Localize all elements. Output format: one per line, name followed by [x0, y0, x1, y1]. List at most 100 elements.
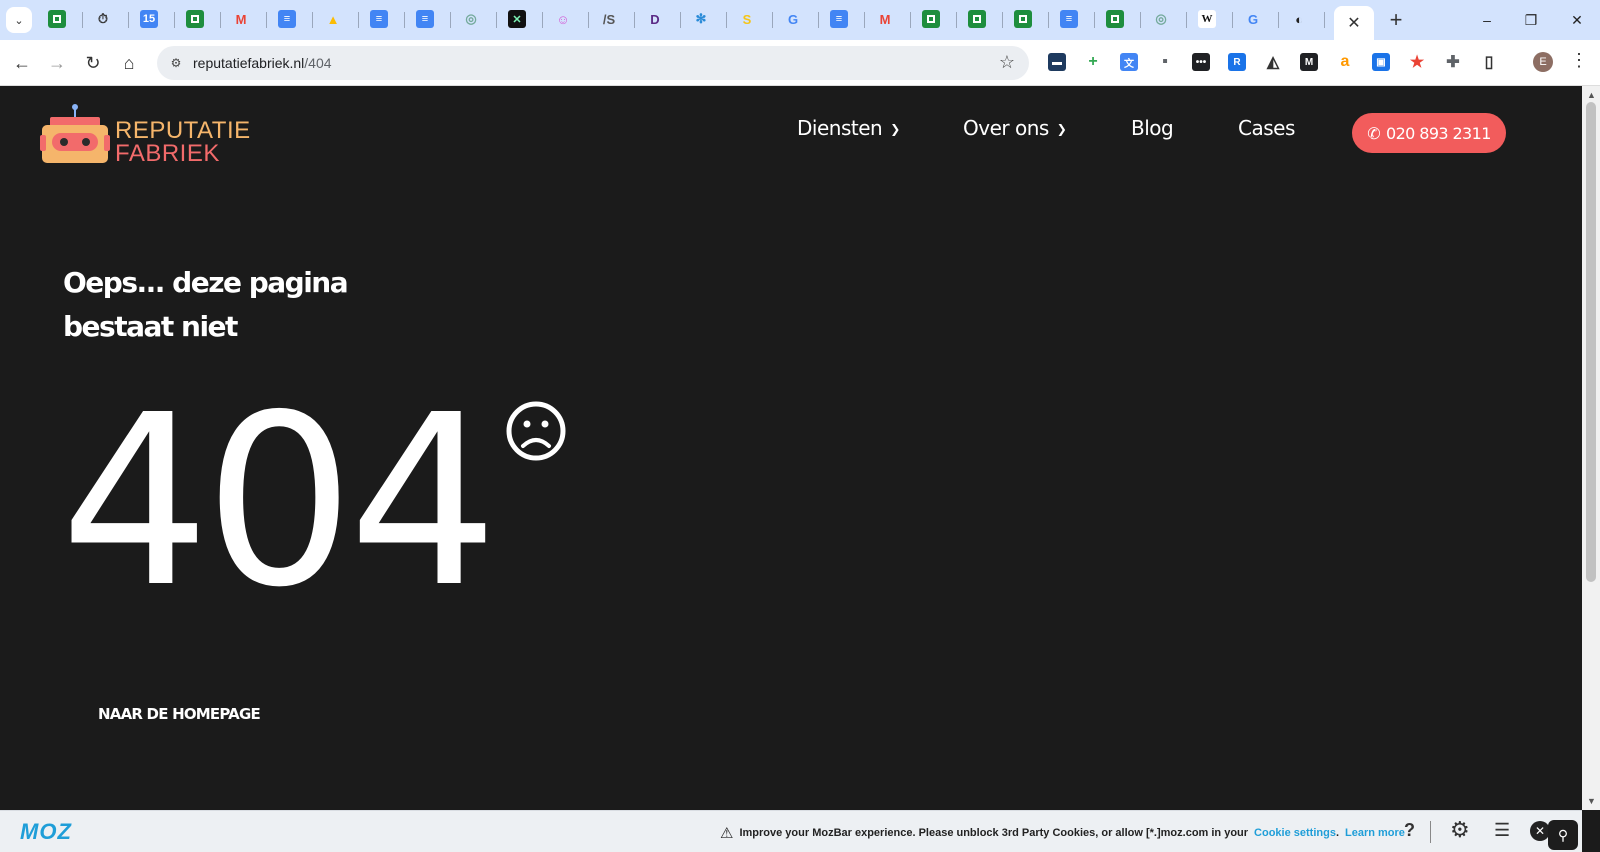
wallet-icon[interactable]: ▬	[1048, 53, 1066, 71]
sheets-icon[interactable]	[186, 10, 204, 28]
homepage-link[interactable]: NAAR DE HOMEPAGE	[98, 705, 261, 723]
m-extension-icon[interactable]: M	[1300, 53, 1318, 71]
tab-separator	[358, 12, 359, 28]
tab-separator	[220, 12, 221, 28]
minimize-button[interactable]: –	[1472, 8, 1502, 32]
plus-extension-icon[interactable]: +	[1084, 53, 1102, 71]
help-icon[interactable]: ?	[1404, 820, 1415, 841]
tab-separator	[864, 12, 865, 28]
sheets-icon[interactable]	[922, 10, 940, 28]
reload-icon[interactable]: ↻	[80, 50, 106, 76]
flower-icon[interactable]: ✻	[692, 10, 710, 28]
tab-separator	[956, 12, 957, 28]
bird-icon[interactable]: ◭	[1264, 53, 1282, 71]
tab-separator	[726, 12, 727, 28]
tab-close-icon[interactable]: ✕	[1347, 13, 1360, 33]
tab-separator	[910, 12, 911, 28]
gmail-icon[interactable]: M	[232, 10, 250, 28]
phone-number: 020 893 2311	[1386, 123, 1491, 143]
tab-separator	[1002, 12, 1003, 28]
puzzle-icon[interactable]: ✚	[1444, 53, 1462, 71]
ai-icon[interactable]: ☺	[554, 10, 572, 28]
nav-diensten[interactable]: Diensten ❯	[797, 116, 900, 140]
error-code: 404	[60, 364, 498, 639]
close-window-button[interactable]: ✕	[1562, 8, 1592, 32]
as-icon[interactable]: /S	[600, 10, 618, 28]
tab-strip: ⌄ ⏱ 15 M ≡ ▲ ≡ ≡ ◎ ✕ ☺ /S D ✻ S G ≡ M ≡ ◎ W G ◐ ✕ + – ❐ ✕	[0, 0, 1600, 40]
google-icon[interactable]: G	[784, 10, 802, 28]
wikipedia-icon[interactable]: W	[1198, 10, 1216, 28]
nav-cases[interactable]: Cases	[1238, 116, 1295, 140]
cookie-settings-link[interactable]: Cookie settings	[1254, 827, 1336, 839]
screen-extension-icon[interactable]: ▣	[1372, 53, 1390, 71]
active-tab[interactable]: ✕	[1334, 6, 1374, 40]
bookmark-star-icon[interactable]: ☆	[999, 52, 1015, 73]
docs-icon[interactable]: ≡	[416, 10, 434, 28]
tab-separator	[634, 12, 635, 28]
docs-icon[interactable]: ≡	[1060, 10, 1078, 28]
nav-blog[interactable]: Blog	[1131, 116, 1174, 140]
url-path: /404	[304, 55, 332, 71]
cursor-icon[interactable]: ◐	[1290, 10, 1308, 28]
moz-toggle-icon[interactable]: ⚲	[1548, 820, 1578, 850]
mozbar: MOZ ⚠ Improve your MozBar experience. Pl…	[0, 810, 1582, 852]
page-scrollbar[interactable]: ▲ ▼	[1582, 86, 1600, 810]
sheets-icon[interactable]	[48, 10, 66, 28]
restore-button[interactable]: ❐	[1516, 8, 1546, 32]
chatgpt-icon[interactable]: ◎	[462, 10, 480, 28]
browser-menu-icon[interactable]: ⋮	[1570, 50, 1588, 71]
sheets-icon[interactable]	[968, 10, 986, 28]
calendar-icon[interactable]: 15	[140, 10, 158, 28]
google-icon[interactable]: G	[1244, 10, 1262, 28]
back-icon[interactable]: ←	[9, 50, 35, 76]
address-bar[interactable]: ⚙ reputatiefabriek.nl/404 ☆	[157, 46, 1029, 80]
tab-separator	[82, 12, 83, 28]
timer-icon[interactable]: ⏱	[94, 10, 112, 28]
moz-warning-text: Improve your MozBar experience. Please u…	[739, 827, 1249, 839]
d-app-icon[interactable]: D	[646, 10, 664, 28]
scroll-thumb[interactable]	[1586, 102, 1596, 582]
stamp-icon[interactable]: ▪	[1156, 53, 1174, 71]
sheets-icon[interactable]	[1106, 10, 1124, 28]
gear-icon[interactable]: ⚙	[1450, 817, 1470, 843]
nav-over-ons[interactable]: Over ons ❯	[963, 116, 1067, 140]
docs-icon[interactable]: ≡	[830, 10, 848, 28]
phone-button[interactable]: ✆ 020 893 2311	[1352, 113, 1506, 153]
tab-separator	[174, 12, 175, 28]
dots-extension-icon[interactable]: •••	[1192, 53, 1210, 71]
moz-logo[interactable]: MOZ	[20, 819, 72, 845]
tab-separator	[680, 12, 681, 28]
scroll-down-icon[interactable]: ▼	[1587, 796, 1596, 806]
sidepanel-icon[interactable]: ▯	[1480, 53, 1498, 71]
logo-text: REPUTATIE FABRIEK	[115, 119, 251, 166]
chatgpt-icon[interactable]: ◎	[1152, 10, 1170, 28]
x-app-icon[interactable]: ✕	[508, 10, 526, 28]
translate-icon[interactable]: 文	[1120, 53, 1138, 71]
nav-over-ons-label: Over ons	[963, 116, 1049, 140]
tab-separator	[496, 12, 497, 28]
star-extension-icon[interactable]: ★	[1408, 53, 1426, 71]
home-icon[interactable]: ⌂	[116, 50, 142, 76]
docs-icon[interactable]: ≡	[370, 10, 388, 28]
url-text[interactable]: reputatiefabriek.nl/404	[193, 55, 332, 71]
nav-blog-label: Blog	[1131, 116, 1174, 140]
chevron-down-icon: ❯	[1056, 122, 1067, 136]
tab-separator	[266, 12, 267, 28]
site-info-icon[interactable]: ⚙	[167, 54, 185, 72]
sheets-icon[interactable]	[1014, 10, 1032, 28]
moz-close-icon[interactable]: ✕	[1530, 821, 1550, 841]
gmail-icon[interactable]: M	[876, 10, 894, 28]
amazon-icon[interactable]: a	[1336, 53, 1354, 71]
site-logo[interactable]: REPUTATIE FABRIEK	[40, 103, 270, 166]
r-extension-icon[interactable]: R	[1228, 53, 1246, 71]
profile-avatar[interactable]: E	[1533, 52, 1553, 72]
tab-search-button[interactable]: ⌄	[6, 7, 32, 33]
moz-menu-icon[interactable]: ☰	[1494, 820, 1510, 841]
docs-icon[interactable]: ≡	[278, 10, 296, 28]
scroll-up-icon[interactable]: ▲	[1587, 90, 1596, 100]
s-app-icon[interactable]: S	[738, 10, 756, 28]
learn-more-link[interactable]: Learn more	[1345, 827, 1405, 839]
forward-icon[interactable]: →	[44, 50, 70, 76]
drive-icon[interactable]: ▲	[324, 10, 342, 28]
new-tab-button[interactable]: +	[1384, 7, 1408, 32]
